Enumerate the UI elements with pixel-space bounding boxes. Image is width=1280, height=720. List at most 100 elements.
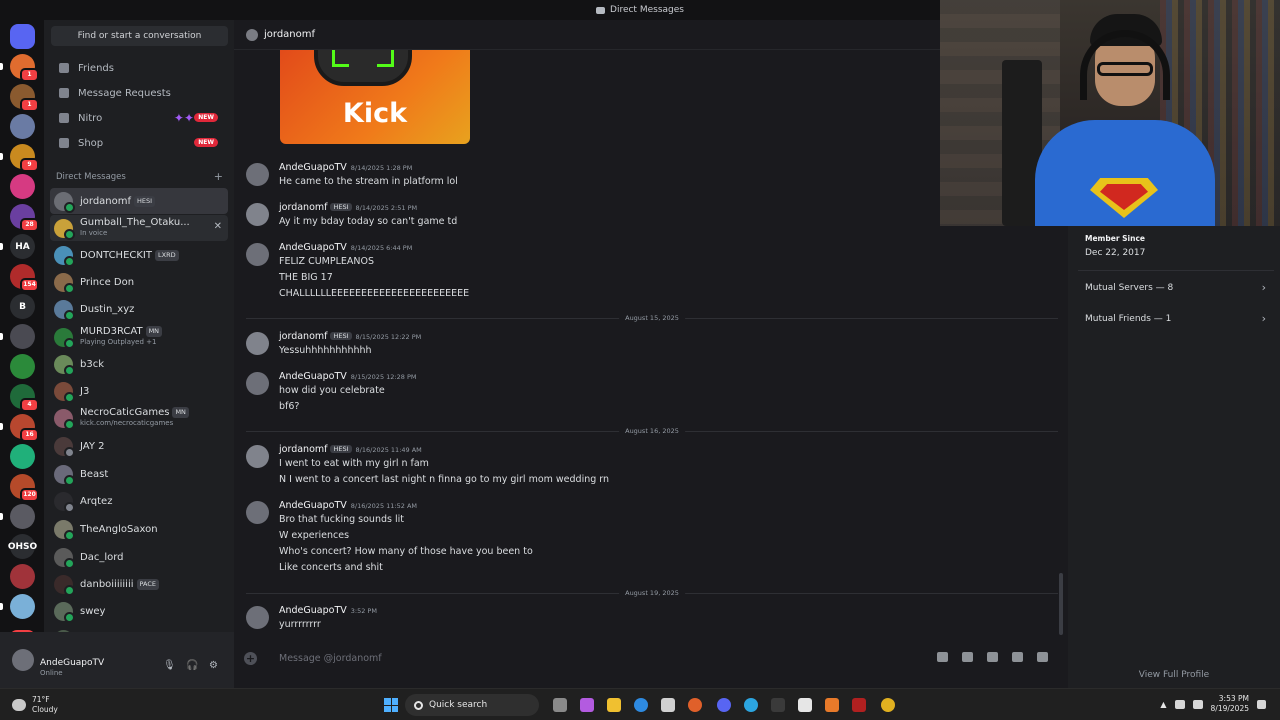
- message-author[interactable]: AndeGuapoTV: [279, 605, 347, 616]
- chrome-icon[interactable]: [881, 698, 895, 712]
- dm-item[interactable]: Gumball_The_Otaku... In voice ✕: [50, 215, 228, 241]
- message-author[interactable]: jordanomf: [279, 202, 327, 213]
- nav-message-requests[interactable]: Message Requests: [51, 81, 228, 105]
- dm-item[interactable]: JAY 2: [50, 433, 228, 459]
- weather-widget[interactable]: 71°F Cloudy: [12, 695, 58, 715]
- server-icon[interactable]: 28: [10, 204, 39, 232]
- message-avatar[interactable]: [246, 372, 269, 395]
- firefox-icon[interactable]: [688, 698, 702, 712]
- server-icon[interactable]: [10, 504, 35, 529]
- copilot-icon[interactable]: [580, 698, 594, 712]
- kick-image-embed[interactable]: Kick: [280, 50, 470, 144]
- server-icon[interactable]: [10, 444, 35, 469]
- dm-item[interactable]: Beast: [50, 461, 228, 487]
- gift-icon[interactable]: [937, 652, 948, 662]
- dm-item[interactable]: NecroCaticGames MN kick.com/necrocaticgame…: [50, 405, 228, 431]
- server-icon[interactable]: [10, 594, 35, 619]
- start-button[interactable]: [384, 698, 398, 712]
- message-composer[interactable]: + Message @jordanomf: [244, 647, 1058, 669]
- close-icon[interactable]: ✕: [214, 221, 222, 232]
- message-avatar[interactable]: [246, 203, 269, 226]
- server-icon[interactable]: B: [10, 294, 35, 319]
- microphone-icon[interactable]: 🎙: [163, 660, 176, 671]
- dm-item[interactable]: Arqtez: [50, 488, 228, 514]
- server-icon[interactable]: [10, 174, 35, 199]
- message-author[interactable]: AndeGuapoTV: [279, 500, 347, 511]
- server-icon[interactable]: [10, 24, 35, 49]
- server-icon[interactable]: 16: [10, 414, 39, 442]
- dm-item[interactable]: Prince Don: [50, 269, 228, 295]
- dm-item[interactable]: Dac_lord: [50, 544, 228, 570]
- message-avatar[interactable]: [246, 606, 269, 629]
- server-icon[interactable]: 1: [10, 84, 39, 112]
- edge-icon[interactable]: [634, 698, 648, 712]
- dm-item[interactable]: jordanomf HESI: [50, 188, 228, 214]
- message-author[interactable]: jordanomf: [279, 331, 327, 342]
- app-icon[interactable]: [852, 698, 866, 712]
- attach-plus-icon[interactable]: +: [244, 651, 257, 665]
- message-avatar[interactable]: [246, 163, 269, 186]
- dm-item[interactable]: swey: [50, 598, 228, 624]
- dm-item[interactable]: DONTCHECKIT LXRD: [50, 242, 228, 268]
- message-avatar[interactable]: [246, 243, 269, 266]
- discord-taskbar-icon[interactable]: [717, 698, 731, 712]
- task-view-icon[interactable]: [553, 698, 567, 712]
- network-icon[interactable]: [1174, 699, 1185, 709]
- store-icon[interactable]: [661, 698, 675, 712]
- recipient-name[interactable]: jordanomf: [264, 29, 315, 40]
- view-full-profile-link[interactable]: View Full Profile: [1068, 670, 1280, 680]
- server-icon[interactable]: HA: [10, 234, 35, 259]
- chat-scrollbar[interactable]: [1059, 573, 1063, 635]
- taskbar-search[interactable]: Quick search: [405, 694, 539, 716]
- message-author[interactable]: jordanomf: [279, 444, 327, 455]
- message-author[interactable]: AndeGuapoTV: [279, 242, 347, 253]
- server-icon[interactable]: OHSO: [8, 534, 37, 559]
- server-icon[interactable]: 4: [10, 384, 39, 412]
- app-icon[interactable]: [771, 698, 785, 712]
- message-avatar[interactable]: [246, 332, 269, 355]
- dm-item[interactable]: MURD3RCAT MN Playing Outplayed +1: [50, 324, 228, 350]
- app-icon[interactable]: [825, 698, 839, 712]
- server-icon[interactable]: 120: [10, 474, 39, 502]
- notification-icon[interactable]: [1257, 699, 1266, 709]
- dm-item[interactable]: Dustin_xyz: [50, 296, 228, 322]
- find-conversation-button[interactable]: Find or start a conversation: [51, 26, 228, 46]
- dm-item[interactable]: b3ck: [50, 351, 228, 377]
- dm-item[interactable]: danboiiiiiiii PACE: [50, 571, 228, 597]
- gear-icon[interactable]: ⚙: [208, 660, 219, 671]
- nav-shop[interactable]: Shop NEW: [51, 131, 228, 155]
- telegram-icon[interactable]: [744, 698, 758, 712]
- recipient-avatar[interactable]: [246, 28, 258, 41]
- game-controller-icon[interactable]: [1037, 652, 1048, 662]
- server-icon[interactable]: [10, 354, 35, 379]
- server-icon[interactable]: 154: [10, 264, 39, 292]
- server-icon[interactable]: 1: [10, 54, 39, 82]
- headphones-icon[interactable]: 🎧: [186, 660, 198, 671]
- volume-icon[interactable]: [1192, 699, 1203, 709]
- gif-icon[interactable]: [962, 652, 973, 662]
- server-icon[interactable]: [10, 564, 35, 589]
- capcut-icon[interactable]: [798, 698, 812, 712]
- nav-friends[interactable]: Friends: [51, 56, 228, 80]
- mutual-friends-row[interactable]: Mutual Friends — 1 ›: [1078, 307, 1274, 331]
- chevron-up-icon[interactable]: ▲: [1160, 700, 1166, 709]
- nav-nitro[interactable]: Nitro ✦✦ NEW: [51, 106, 228, 130]
- user-avatar[interactable]: [12, 649, 34, 671]
- message-avatar[interactable]: [246, 501, 269, 524]
- message-input[interactable]: Message @jordanomf: [279, 653, 382, 664]
- server-icon[interactable]: [10, 114, 35, 139]
- server-icon[interactable]: [10, 324, 35, 349]
- clock[interactable]: 3:53 PM 8/19/2025: [1211, 694, 1249, 714]
- dm-item[interactable]: TheAngloSaxon: [50, 516, 228, 542]
- server-icon[interactable]: 9: [10, 144, 39, 172]
- dm-item[interactable]: J3: [50, 378, 228, 404]
- sticker-icon[interactable]: [987, 652, 998, 662]
- emoji-icon[interactable]: [1012, 652, 1023, 662]
- mention-badge: 9: [20, 158, 39, 172]
- message-avatar[interactable]: [246, 445, 269, 468]
- create-dm-button[interactable]: +: [214, 170, 223, 183]
- message-author[interactable]: AndeGuapoTV: [279, 371, 347, 382]
- file-explorer-icon[interactable]: [607, 698, 621, 712]
- mutual-servers-row[interactable]: Mutual Servers — 8 ›: [1078, 276, 1274, 300]
- message-author[interactable]: AndeGuapoTV: [279, 162, 347, 173]
